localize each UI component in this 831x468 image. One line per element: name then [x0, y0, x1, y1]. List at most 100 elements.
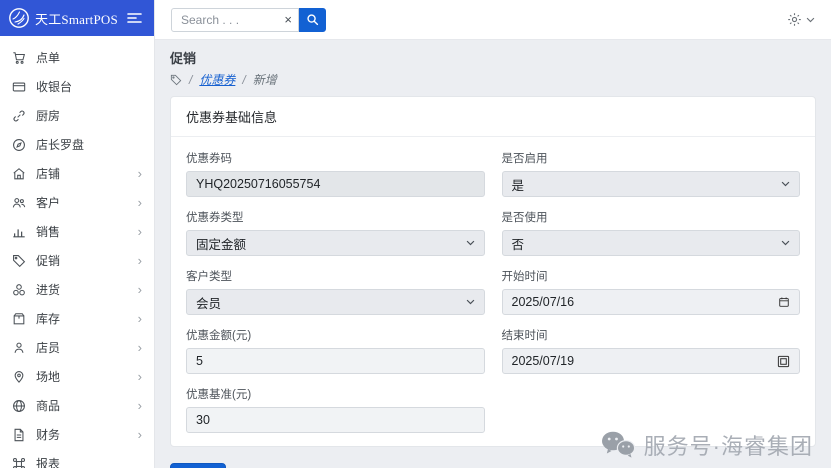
- discount-base-input-wrap: [186, 407, 485, 433]
- field-enabled: 是否启用 是: [501, 150, 800, 197]
- customer-type-select[interactable]: 会员: [186, 289, 485, 315]
- selected-value: 会员: [196, 296, 222, 311]
- sidebar-item-kitchen[interactable]: 厨房: [0, 101, 154, 130]
- breadcrumb-separator: /: [189, 72, 193, 87]
- command-icon: [12, 457, 26, 468]
- selected-value: 固定金额: [196, 237, 247, 252]
- calendar-icon[interactable]: [778, 296, 790, 308]
- field-customer-type: 客户类型 会员: [186, 268, 485, 315]
- sidebar-item-label: 厨房: [36, 109, 61, 123]
- sidebar-item-label: 点单: [36, 51, 61, 65]
- search-input[interactable]: [181, 12, 271, 27]
- shop-icon: [13, 167, 25, 179]
- bar-chart-icon: [13, 228, 25, 237]
- sidebar-item-label: 报表: [36, 457, 61, 468]
- field-end-time: 结束时间 2025/07/19: [501, 327, 800, 374]
- clear-search-icon[interactable]: ×: [284, 13, 292, 26]
- chevron-right-icon: ›: [137, 166, 142, 181]
- form-column-left: 优惠券码 优惠券类型 固定金额: [186, 150, 485, 445]
- start-date-input[interactable]: 2025/07/16: [501, 289, 800, 315]
- field-label: 优惠券码: [186, 153, 232, 165]
- search-icon: [307, 14, 319, 26]
- breadcrumb-separator: /: [242, 72, 246, 87]
- sidebar-item-label: 店铺: [36, 167, 61, 181]
- app-window: 天工SmartPOS 点单 收银台 厨房 店长罗盘 店铺 › 客户 › 销售 ›…: [0, 0, 831, 468]
- chevron-down-icon: [466, 299, 474, 305]
- coupon-type-select[interactable]: 固定金额: [186, 230, 485, 256]
- page-title: 促销: [170, 51, 197, 66]
- field-discount-base: 优惠基准(元): [186, 386, 485, 433]
- used-select[interactable]: 否: [501, 230, 800, 256]
- search-button[interactable]: [299, 7, 326, 32]
- discount-base-input[interactable]: [196, 413, 475, 427]
- field-coupon-type: 优惠券类型 固定金额: [186, 209, 485, 256]
- chevron-right-icon: ›: [137, 427, 142, 442]
- chevron-down-icon: [781, 240, 790, 246]
- field-label: 是否使用: [501, 212, 548, 224]
- sidebar-item-purchasing[interactable]: 进货 ›: [0, 275, 154, 304]
- sidebar-item-compass[interactable]: 店长罗盘: [0, 130, 154, 159]
- breadcrumb-link-coupons[interactable]: 优惠券: [199, 71, 235, 88]
- packages-icon: [13, 283, 25, 295]
- enabled-select[interactable]: 是: [501, 171, 800, 197]
- chevron-right-icon: ›: [137, 398, 142, 413]
- sidebar-menu: 点单 收银台 厨房 店长罗盘 店铺 › 客户 › 销售 › 促销 › 进货 › …: [0, 36, 154, 468]
- submit-button[interactable]: 新增: [170, 463, 227, 468]
- sidebar-item-sales[interactable]: 销售 ›: [0, 217, 154, 246]
- settings-dropdown[interactable]: [787, 12, 815, 27]
- field-label: 客户类型: [186, 271, 232, 283]
- sidebar-item-customers[interactable]: 客户 ›: [0, 188, 154, 217]
- page-content: 促销 / 优惠券 / 新增 优惠券基础信息 优惠券码 YHQ2025071605…: [155, 40, 831, 468]
- search-group: ×: [171, 7, 326, 32]
- field-used: 是否使用 否: [501, 209, 800, 256]
- sidebar-item-label: 库存: [36, 312, 61, 326]
- box-icon: [13, 312, 25, 324]
- link-icon: [13, 110, 25, 121]
- sidebar-item-shop[interactable]: 店铺 ›: [0, 159, 154, 188]
- discount-amount-input-wrap: [186, 348, 485, 374]
- sidebar-item-reports[interactable]: 报表: [0, 449, 154, 468]
- form-column-right: 是否启用 是 是否使用 否 开始时间 2025/07/16 结束时间 2025/…: [501, 150, 800, 445]
- field-label: 优惠券类型: [186, 212, 244, 224]
- sidebar-item-inventory[interactable]: 库存 ›: [0, 304, 154, 333]
- sidebar-item-cashier[interactable]: 收银台: [0, 72, 154, 101]
- topbar: ×: [155, 0, 831, 40]
- users-icon: [12, 197, 26, 207]
- sidebar-item-products[interactable]: 商品 ›: [0, 391, 154, 420]
- brand-logo-icon: [8, 7, 30, 29]
- sidebar-item-label: 收银台: [36, 80, 73, 94]
- end-date-input[interactable]: 2025/07/19: [501, 348, 800, 374]
- chevron-right-icon: ›: [137, 282, 142, 297]
- sidebar-item-venue[interactable]: 场地 ›: [0, 362, 154, 391]
- card-title: 优惠券基础信息: [171, 97, 815, 137]
- calendar-focused-icon[interactable]: [777, 355, 790, 368]
- start-date-value: 2025/07/16: [511, 295, 575, 309]
- breadcrumb: / 优惠券 / 新增: [170, 71, 816, 88]
- sidebar-item-label: 促销: [36, 254, 61, 268]
- compass-icon: [13, 138, 25, 151]
- sidebar-item-order[interactable]: 点单: [0, 43, 154, 72]
- chevron-down-icon: [781, 181, 790, 187]
- field-start-time: 开始时间 2025/07/16: [501, 268, 800, 315]
- sidebar-item-staff[interactable]: 店员 ›: [0, 333, 154, 362]
- document-icon: [14, 428, 24, 441]
- tag-icon: [13, 254, 26, 267]
- sidebar-item-label: 进货: [36, 283, 61, 297]
- sidebar-item-promotion[interactable]: 促销 ›: [0, 246, 154, 275]
- sidebar-item-finance[interactable]: 财务 ›: [0, 420, 154, 449]
- field-discount-amount: 优惠金额(元): [186, 327, 485, 374]
- sidebar-toggle-icon[interactable]: [127, 12, 142, 24]
- discount-amount-input[interactable]: [196, 354, 475, 368]
- form-actions: 新增: [170, 463, 816, 468]
- selected-value: 否: [511, 237, 525, 252]
- field-label: 结束时间: [501, 330, 548, 342]
- coupon-form-card: 优惠券基础信息 优惠券码 优惠券类型 固定金额: [170, 96, 816, 447]
- chevron-down-icon: [466, 240, 474, 246]
- sidebar: 天工SmartPOS 点单 收银台 厨房 店长罗盘 店铺 › 客户 › 销售 ›…: [0, 0, 155, 468]
- field-label: 优惠金额(元): [186, 330, 252, 342]
- selected-value: 是: [511, 178, 525, 193]
- sidebar-header: 天工SmartPOS: [0, 0, 154, 36]
- map-pin-icon: [14, 370, 24, 383]
- chevron-right-icon: ›: [137, 340, 142, 355]
- sidebar-item-label: 销售: [36, 225, 61, 239]
